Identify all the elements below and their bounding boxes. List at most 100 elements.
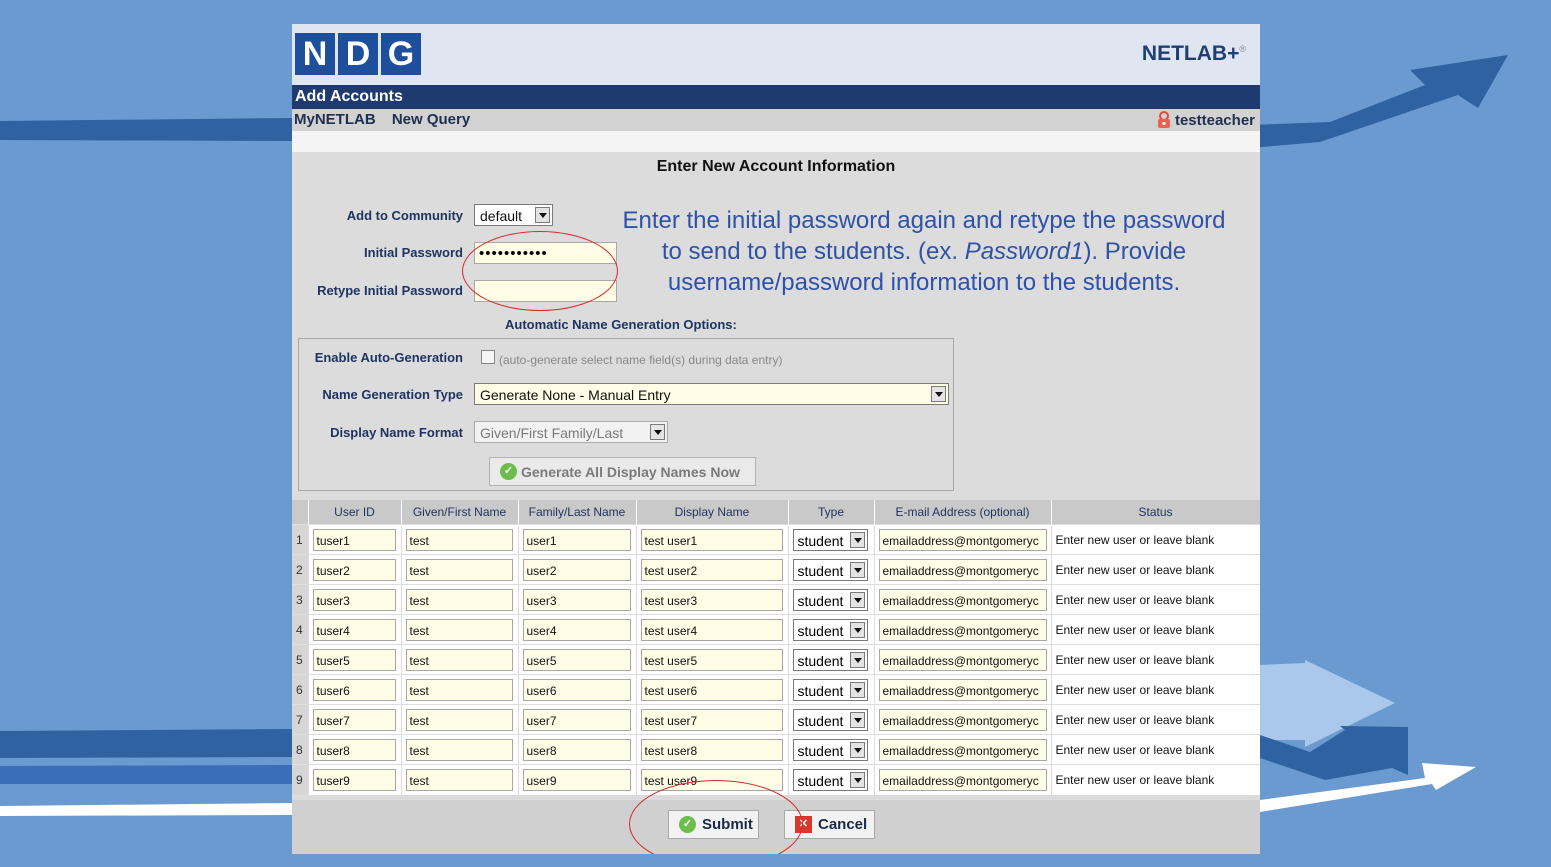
chevron-down-icon [849, 681, 865, 698]
type-select[interactable]: student [792, 738, 868, 761]
col-family-name: Family/Last Name [518, 500, 637, 525]
given-name-input[interactable]: test [405, 618, 513, 641]
display-name-input[interactable]: test user6 [640, 678, 783, 701]
username: testteacher [1174, 111, 1255, 129]
type-select[interactable]: student [792, 678, 868, 701]
annotation-note: Enter the initial password again and ret… [594, 205, 1254, 298]
given-name-input[interactable]: test [405, 738, 513, 761]
table-row: 9 tuser9 test user9 test user9 student emailad… [292, 764, 1260, 795]
netlab-brand: NETLAB+® [1142, 42, 1246, 66]
auto-generation-checkbox[interactable] [481, 350, 495, 364]
status-cell: Enter new user or leave blank [1051, 554, 1260, 585]
app-header: N D G NETLAB+® [292, 24, 1260, 85]
annotation-line-2-end: ). Provide [1083, 238, 1187, 265]
type-select[interactable]: student [792, 618, 868, 641]
chevron-down-icon [849, 531, 865, 548]
col-display-name: Display Name [636, 500, 789, 525]
logo-letter-d: D [338, 33, 378, 75]
email-input[interactable]: emailaddress@montgomeryc [878, 738, 1047, 761]
cell: emailaddress@montgomeryc [874, 554, 1052, 585]
user-id-input[interactable]: tuser9 [312, 768, 396, 791]
user-id-input[interactable]: tuser8 [312, 738, 396, 761]
type-select[interactable]: student [792, 588, 868, 611]
check-icon: ✓ [500, 463, 517, 480]
type-select[interactable]: student [792, 708, 868, 731]
given-name-input[interactable]: test [405, 588, 513, 611]
top-left-band [0, 118, 292, 141]
cell: user4 [518, 614, 637, 645]
auto-generation-hint: (auto-generate select name field(s) duri… [499, 353, 783, 367]
cell: user5 [518, 644, 637, 675]
cell: test user4 [636, 614, 789, 645]
email-input[interactable]: emailaddress@montgomeryc [878, 528, 1047, 551]
given-name-input[interactable]: test [405, 648, 513, 671]
user-id-input[interactable]: tuser3 [312, 588, 396, 611]
given-name-input[interactable]: test [405, 678, 513, 701]
type-select[interactable]: student [792, 528, 868, 551]
given-name-input[interactable]: test [405, 708, 513, 731]
email-input[interactable]: emailaddress@montgomeryc [878, 768, 1047, 791]
display-name-input[interactable]: test user7 [640, 708, 783, 731]
family-name-input[interactable]: user5 [522, 648, 631, 671]
family-name-input[interactable]: user8 [522, 738, 631, 761]
chevron-down-icon [849, 711, 865, 728]
cell: tuser8 [308, 734, 402, 765]
cell: emailaddress@montgomeryc [874, 524, 1052, 555]
nav-mynetlab[interactable]: MyNETLAB [294, 111, 376, 128]
annotation-line-2-start: to send to the students. (ex. [661, 238, 965, 265]
user-id-input[interactable]: tuser2 [312, 558, 396, 581]
table-row: 4 tuser4 test user4 test user4 student emailad… [292, 614, 1260, 645]
status-cell: Enter new user or leave blank [1051, 614, 1260, 645]
display-name-input[interactable]: test user8 [640, 738, 783, 761]
name-generation-type-value: Generate None - Manual Entry [480, 387, 671, 403]
user-id-input[interactable]: tuser6 [312, 678, 396, 701]
row-number: 1 [292, 524, 309, 555]
generate-display-names-button[interactable]: ✓ Generate All Display Names Now [489, 457, 756, 486]
chevron-down-icon [535, 207, 550, 223]
top-right-arrow [1250, 55, 1508, 148]
email-input[interactable]: emailaddress@montgomeryc [878, 618, 1047, 641]
community-select[interactable]: default [474, 204, 553, 226]
family-name-input[interactable]: user6 [522, 678, 631, 701]
type-value: student [797, 712, 844, 729]
user-menu[interactable]: testteacher [1156, 111, 1255, 129]
email-input[interactable]: emailaddress@montgomeryc [878, 588, 1047, 611]
page-titlebar: Add Accounts [292, 85, 1260, 109]
given-name-input[interactable]: test [405, 528, 513, 551]
cell: test user1 [636, 524, 789, 555]
display-name-input[interactable]: test user2 [640, 558, 783, 581]
type-select[interactable]: student [792, 648, 868, 671]
email-input[interactable]: emailaddress@montgomeryc [878, 558, 1047, 581]
user-id-input[interactable]: tuser1 [312, 528, 396, 551]
family-name-input[interactable]: user2 [522, 558, 631, 581]
family-name-input[interactable]: user7 [522, 708, 631, 731]
type-select[interactable]: student [792, 768, 868, 791]
cell: test [401, 614, 519, 645]
email-input[interactable]: emailaddress@montgomeryc [878, 678, 1047, 701]
display-name-input[interactable]: test user5 [640, 648, 783, 671]
user-id-input[interactable]: tuser5 [312, 648, 396, 671]
user-id-input[interactable]: tuser7 [312, 708, 396, 731]
user-id-input[interactable]: tuser4 [312, 618, 396, 641]
given-name-input[interactable]: test [405, 768, 513, 791]
family-name-input[interactable]: user4 [522, 618, 631, 641]
nav-new-query[interactable]: New Query [392, 111, 470, 128]
display-format-select[interactable]: Given/First Family/Last [474, 421, 668, 443]
type-select[interactable]: student [792, 558, 868, 581]
annotation-line-1: Enter the initial password again and ret… [622, 207, 1226, 234]
display-name-input[interactable]: test user1 [640, 528, 783, 551]
registered-mark: ® [1239, 44, 1246, 54]
email-input[interactable]: emailaddress@montgomeryc [878, 648, 1047, 671]
cell: test user7 [636, 704, 789, 735]
cell: user7 [518, 704, 637, 735]
auto-generation-label: Enable Auto-Generation [314, 350, 463, 365]
display-name-input[interactable]: test user3 [640, 588, 783, 611]
family-name-input[interactable]: user3 [522, 588, 631, 611]
display-name-input[interactable]: test user4 [640, 618, 783, 641]
family-name-input[interactable]: user1 [522, 528, 631, 551]
chevron-down-icon [849, 591, 865, 608]
name-generation-type-select[interactable]: Generate None - Manual Entry [474, 383, 949, 405]
given-name-input[interactable]: test [405, 558, 513, 581]
email-input[interactable]: emailaddress@montgomeryc [878, 708, 1047, 731]
family-name-input[interactable]: user9 [522, 768, 631, 791]
